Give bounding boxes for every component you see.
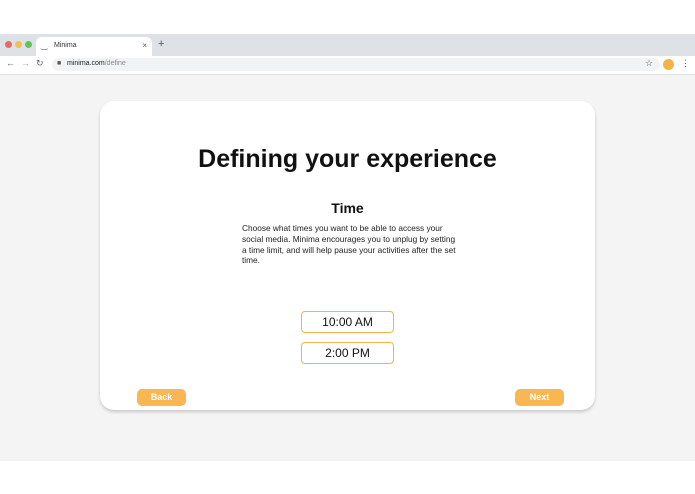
- tab-close-icon[interactable]: ×: [142, 41, 147, 50]
- profile-icon[interactable]: [663, 59, 674, 70]
- url-host: minima.com: [67, 60, 105, 67]
- setup-card: Defining your experience Time Choose wha…: [100, 101, 595, 410]
- back-button[interactable]: Back: [137, 389, 186, 406]
- section-description: Choose what times you want to be able to…: [242, 223, 456, 266]
- forward-arrow-icon[interactable]: →: [21, 58, 30, 68]
- address-bar: ← → ↻ ■ minima.com/define ☆ ⋮: [0, 56, 695, 75]
- browser-window: ‿ Minima × + ← → ↻ ■ minima.com/define ☆…: [0, 34, 695, 461]
- page-title: Defining your experience: [198, 145, 497, 173]
- reload-icon[interactable]: ↻: [36, 58, 44, 69]
- maximize-window-icon[interactable]: [25, 41, 32, 48]
- back-arrow-icon[interactable]: ←: [6, 58, 15, 68]
- next-button[interactable]: Next: [515, 389, 564, 406]
- favicon-icon: ‿: [41, 41, 48, 50]
- tab-bar: ‿ Minima × +: [0, 34, 695, 56]
- time-input-start[interactable]: 10:00 AM: [301, 311, 394, 333]
- tab-title: Minima: [54, 42, 77, 49]
- url-field[interactable]: ■ minima.com/define: [52, 58, 660, 71]
- new-tab-button[interactable]: +: [158, 38, 164, 50]
- close-window-icon[interactable]: [5, 41, 12, 48]
- minimize-window-icon[interactable]: [15, 41, 22, 48]
- browser-tab[interactable]: ‿ Minima ×: [36, 37, 152, 56]
- lock-icon: ■: [57, 60, 62, 67]
- url-path: /define: [104, 60, 126, 67]
- star-icon[interactable]: ☆: [645, 58, 653, 69]
- menu-icon[interactable]: ⋮: [681, 58, 690, 69]
- url-text: minima.com/define: [67, 60, 126, 67]
- section-title: Time: [331, 200, 364, 216]
- time-input-end[interactable]: 2:00 PM: [301, 342, 394, 364]
